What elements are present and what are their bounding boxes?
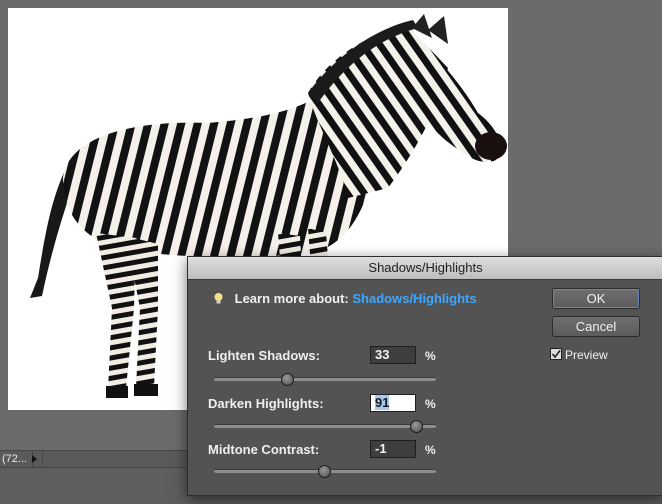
darken-highlights-label: Darken Highlights:	[208, 396, 324, 411]
darken-highlights-thumb[interactable]	[410, 420, 424, 433]
lighten-shadows-field[interactable]: 33	[370, 346, 416, 364]
ok-button[interactable]: OK	[552, 288, 640, 309]
learn-more-row: Learn more about: Shadows/Highlights	[212, 291, 477, 306]
darken-highlights-field[interactable]: 91	[370, 394, 416, 412]
dialog-title: Shadows/Highlights	[188, 257, 662, 280]
darken-highlights-unit: %	[425, 397, 436, 411]
darken-highlights-value: 91	[375, 395, 390, 410]
play-triangle-icon[interactable]	[32, 455, 37, 463]
midtone-contrast-field[interactable]: -1	[370, 440, 416, 458]
status-divider	[42, 451, 43, 467]
cancel-button[interactable]: Cancel	[552, 316, 640, 337]
midtone-contrast-unit: %	[425, 443, 436, 457]
darken-highlights-slider[interactable]	[214, 420, 436, 433]
lightbulb-icon	[214, 293, 223, 304]
preview-label: Preview	[565, 348, 608, 362]
zoom-readout: (72...	[0, 451, 33, 467]
shadows-highlights-dialog: Shadows/Highlights Learn more about: Sha…	[187, 256, 662, 496]
lighten-shadows-thumb[interactable]	[281, 373, 295, 386]
lighten-shadows-label: Lighten Shadows:	[208, 348, 320, 363]
learn-more-link[interactable]: Shadows/Highlights	[352, 291, 476, 306]
learn-more-label: Learn more about:	[234, 291, 349, 306]
midtone-contrast-slider[interactable]	[214, 465, 436, 478]
midtone-contrast-thumb[interactable]	[317, 465, 331, 478]
preview-checkbox[interactable]: Preview	[550, 348, 608, 362]
lighten-shadows-unit: %	[425, 349, 436, 363]
checkmark-icon[interactable]	[550, 348, 562, 360]
lighten-shadows-slider[interactable]	[214, 373, 436, 386]
midtone-contrast-label: Midtone Contrast:	[208, 442, 320, 457]
